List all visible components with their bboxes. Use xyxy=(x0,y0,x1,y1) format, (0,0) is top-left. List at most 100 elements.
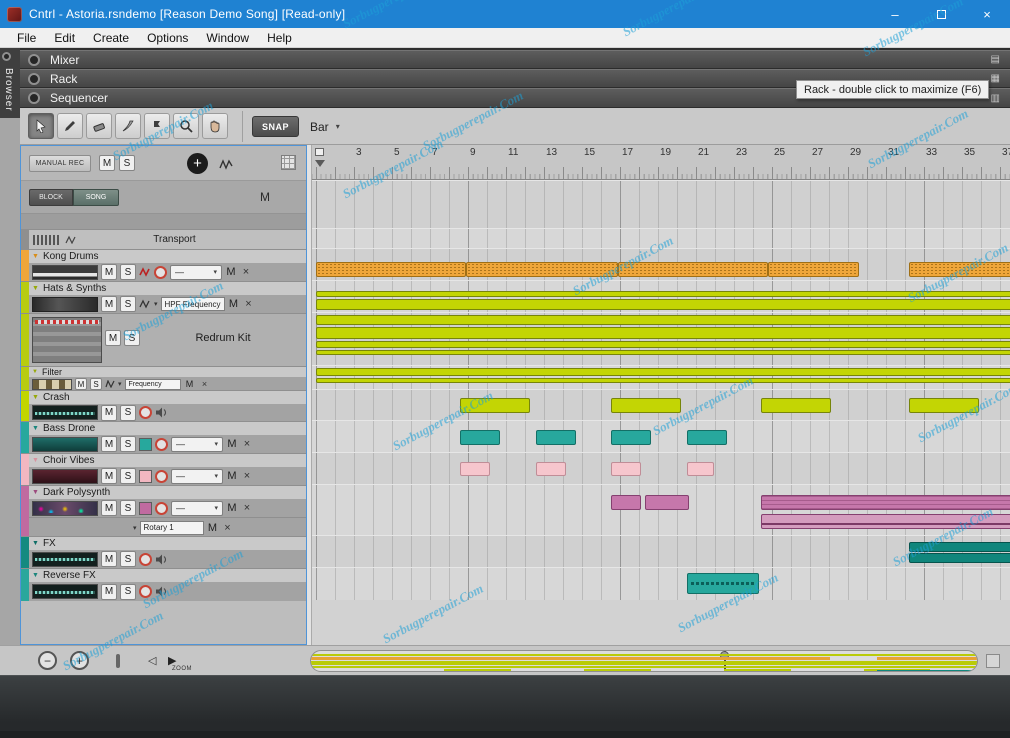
clip-dark-polysynth[interactable] xyxy=(761,514,1010,529)
song-position-marker[interactable] xyxy=(315,160,325,167)
lane-mute-button[interactable]: M xyxy=(226,502,238,514)
menu-help[interactable]: Help xyxy=(258,29,301,47)
vertical-zoom-handle[interactable] xyxy=(116,654,120,668)
device-thumbnail[interactable] xyxy=(32,378,72,390)
device-thumbnail[interactable] xyxy=(32,551,98,567)
lane-close-button[interactable]: × xyxy=(241,470,253,482)
track-bass-drone[interactable]: ▼ Bass Drone M S — ▾ M × xyxy=(21,421,306,453)
add-track-button[interactable]: + xyxy=(187,153,208,174)
automation-param-box[interactable]: HPF Frequency xyxy=(160,297,225,311)
mixer-panel-bar[interactable]: Mixer ▤ xyxy=(20,50,1010,69)
track-transport[interactable]: Transport xyxy=(21,229,306,249)
clip-bass-drone[interactable] xyxy=(687,430,727,445)
fold-arrow-icon[interactable]: ▼ xyxy=(32,253,39,260)
fold-arrow-icon[interactable]: ▼ xyxy=(32,540,39,547)
automation-param-box[interactable]: Frequency xyxy=(124,378,181,390)
solo-button[interactable]: S xyxy=(120,500,136,516)
chevron-down-icon[interactable]: ▾ xyxy=(133,524,137,532)
solo-button[interactable]: S xyxy=(120,468,136,484)
maximize-button[interactable] xyxy=(918,0,964,28)
device-thumbnail[interactable] xyxy=(32,405,98,420)
param-selector[interactable]: — ▾ xyxy=(170,264,222,280)
speaker-icon[interactable] xyxy=(155,586,168,597)
fold-arrow-icon[interactable]: ▼ xyxy=(32,369,38,375)
clip-bass-drone[interactable] xyxy=(611,430,651,445)
track-crash[interactable]: ▼ Crash M S xyxy=(21,390,306,421)
clip-filter[interactable] xyxy=(316,368,1010,376)
menu-file[interactable]: File xyxy=(8,29,45,47)
lane-mute-button[interactable]: M xyxy=(226,438,238,450)
device-thumbnail[interactable] xyxy=(32,296,98,312)
automation-param-box[interactable]: Rotary 1 xyxy=(139,520,204,535)
mute-all-button[interactable]: M xyxy=(99,155,115,171)
lane-mute-button[interactable]: M xyxy=(225,266,237,278)
mute-button[interactable]: M xyxy=(101,264,117,280)
clip-kong-drums[interactable] xyxy=(768,262,859,277)
clip-choir-vibes[interactable] xyxy=(460,462,490,476)
automation-icon[interactable] xyxy=(219,157,233,175)
left-locator-flag[interactable] xyxy=(315,148,324,156)
clip-fx[interactable] xyxy=(909,553,1010,563)
timeline-ruler[interactable]: 35791113151719212325272931333537 xyxy=(312,145,1010,180)
record-arm-button[interactable] xyxy=(154,265,167,279)
mute-button[interactable]: M xyxy=(101,468,117,484)
clip-dark-polysynth[interactable] xyxy=(761,495,1010,510)
lane-bass-drone[interactable] xyxy=(312,420,1010,452)
mute-button[interactable]: M xyxy=(101,436,117,452)
mute-button[interactable]: M xyxy=(105,330,121,346)
song-overview-scrollbar[interactable] xyxy=(310,650,978,672)
block-mode-button[interactable]: BLOCK xyxy=(29,189,73,206)
device-thumbnail[interactable] xyxy=(32,264,98,280)
browser-tab[interactable]: Browser xyxy=(0,48,20,118)
clip-redrum-kit[interactable] xyxy=(316,315,1010,325)
fold-arrow-icon[interactable]: ▼ xyxy=(32,489,39,496)
track-color-chip[interactable] xyxy=(139,469,152,483)
mute-button[interactable]: M xyxy=(101,404,117,421)
fold-arrow-icon[interactable]: ▼ xyxy=(32,285,39,292)
record-arm-button[interactable] xyxy=(139,585,152,598)
menu-create[interactable]: Create xyxy=(84,29,138,47)
speaker-icon[interactable] xyxy=(155,407,168,418)
mixer-icon[interactable]: ▤ xyxy=(991,54,1000,65)
clip-bass-drone[interactable] xyxy=(536,430,576,445)
automation-lane-rotary[interactable]: ▾ Rotary 1 M × xyxy=(29,517,306,537)
hand-tool-button[interactable] xyxy=(202,113,228,139)
menu-edit[interactable]: Edit xyxy=(45,29,84,47)
solo-button[interactable]: S xyxy=(120,404,136,421)
lane-close-button[interactable]: × xyxy=(241,502,253,514)
clip-choir-vibes[interactable] xyxy=(687,462,714,476)
solo-button[interactable]: S xyxy=(120,583,136,600)
lane-mute-button[interactable]: M xyxy=(228,298,240,310)
mute-button[interactable]: M xyxy=(101,583,117,600)
lane-mute-button[interactable]: M xyxy=(226,470,238,482)
lane-close-button[interactable]: × xyxy=(222,522,234,534)
mute-button[interactable]: M xyxy=(101,296,117,312)
track-reverse-fx[interactable]: ▼ Reverse FX M S xyxy=(21,568,306,601)
sequencer-icon[interactable]: ▥ xyxy=(991,93,1000,104)
clip-crash[interactable] xyxy=(460,398,530,413)
track-fx[interactable]: ▼ FX M S xyxy=(21,536,306,568)
selection-tool-button[interactable] xyxy=(28,113,54,139)
record-arm-button[interactable] xyxy=(155,437,168,451)
track-color-chip[interactable] xyxy=(139,501,152,515)
lane-close-button[interactable]: × xyxy=(243,298,255,310)
fold-arrow-icon[interactable]: ▼ xyxy=(32,425,39,432)
lane-close-button[interactable]: × xyxy=(241,438,253,450)
sequencer-fold-button[interactable] xyxy=(28,92,40,104)
menu-window[interactable]: Window xyxy=(197,29,258,47)
clip-filter[interactable] xyxy=(316,378,1010,383)
clip-kong-drums[interactable] xyxy=(316,262,466,277)
lane-hats-synths[interactable] xyxy=(312,280,1010,312)
clip-crash[interactable] xyxy=(761,398,831,413)
clip-redrum-kit[interactable] xyxy=(316,327,1010,339)
record-arm-button[interactable] xyxy=(139,552,152,566)
eraser-tool-button[interactable] xyxy=(86,113,112,139)
clip-crash[interactable] xyxy=(611,398,681,413)
lane-mute-button[interactable]: M xyxy=(207,522,219,534)
lane-crash[interactable] xyxy=(312,389,1010,420)
mute-button[interactable]: M xyxy=(75,378,87,390)
solo-button[interactable]: S xyxy=(120,296,136,312)
clip-dark-polysynth[interactable] xyxy=(645,495,689,510)
scroll-right-button[interactable] xyxy=(986,654,1000,668)
lane-mute-button[interactable]: M xyxy=(184,379,196,389)
